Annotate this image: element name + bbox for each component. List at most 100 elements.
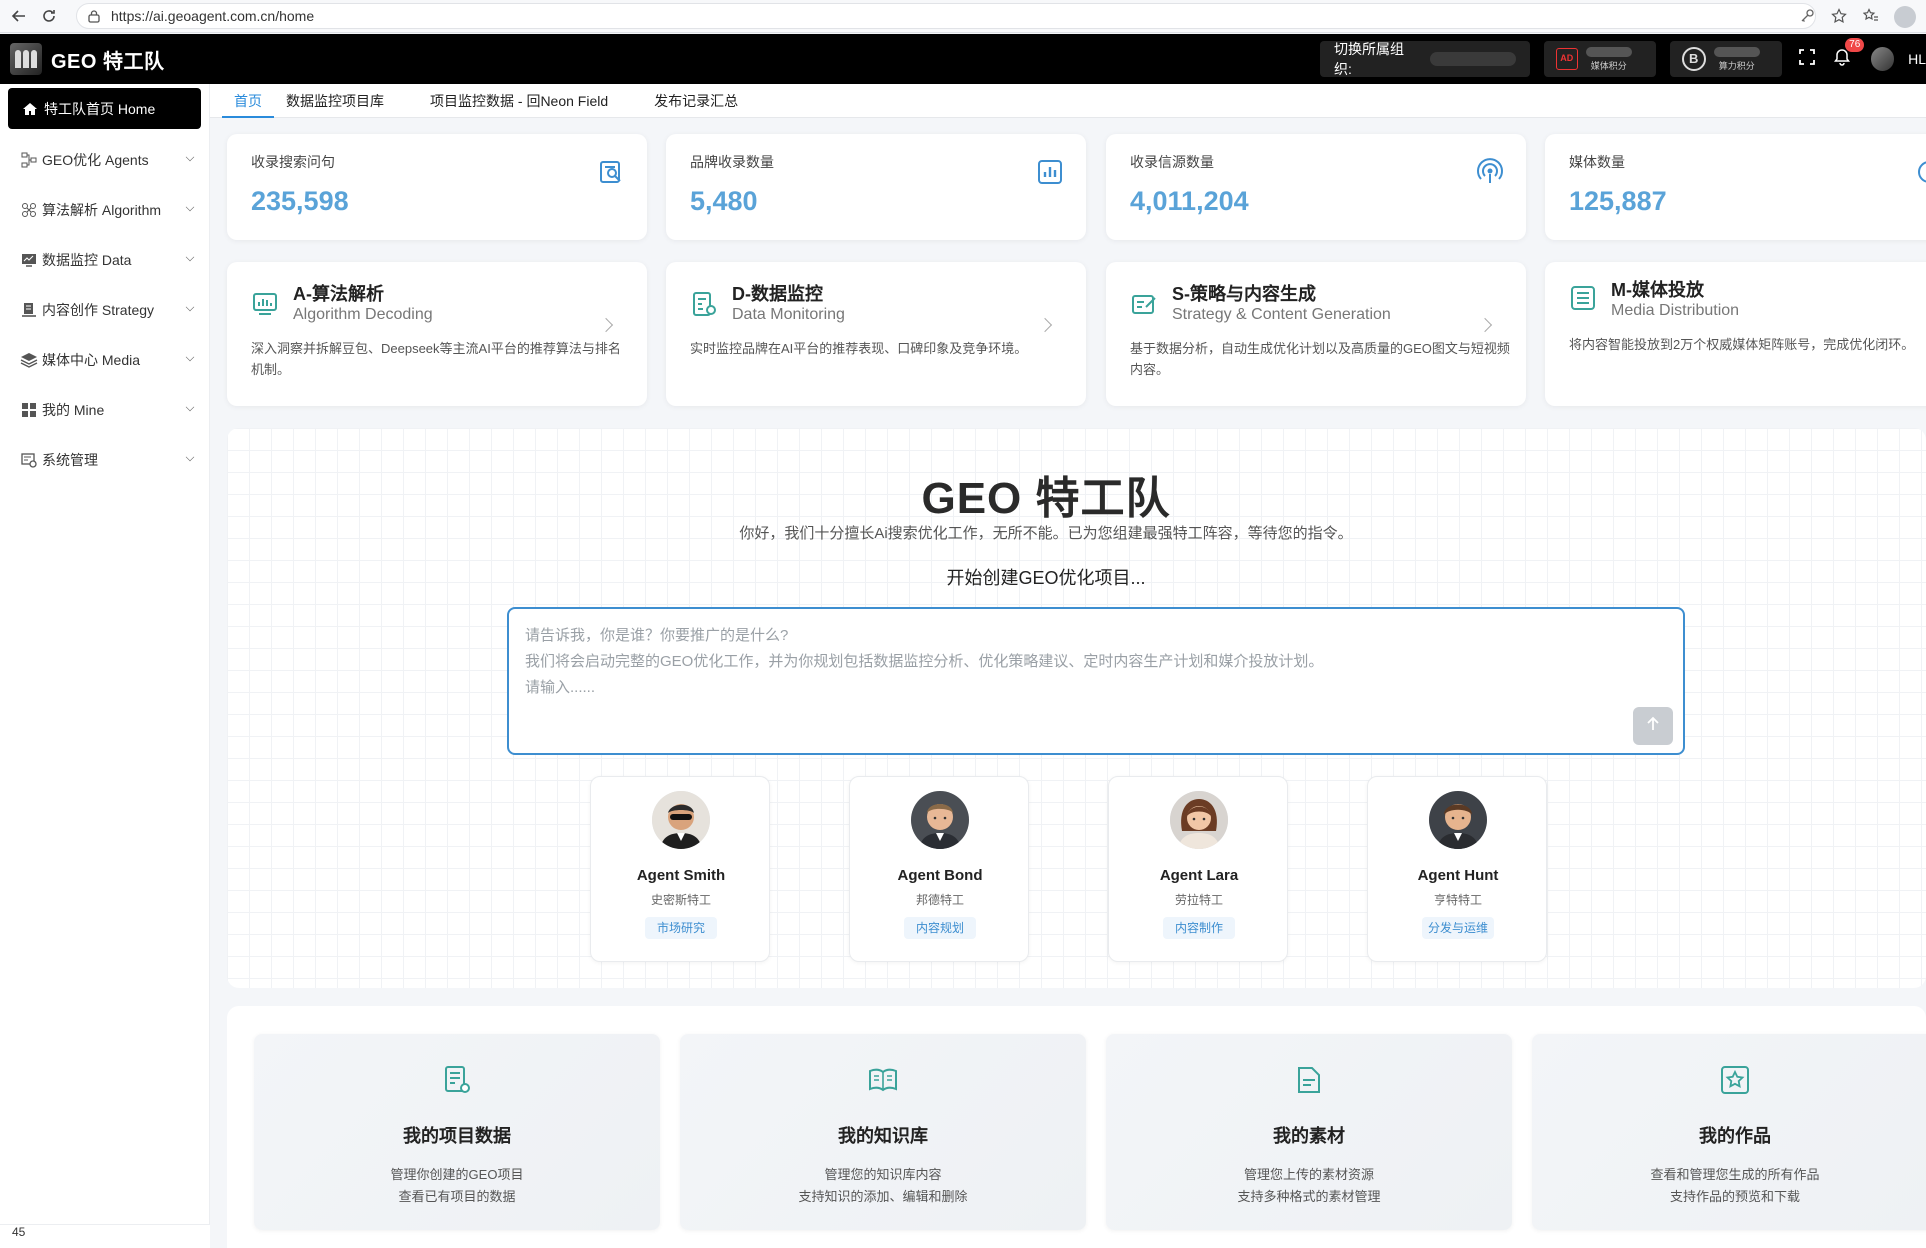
module-desc: 实时监控品牌在AI平台的推荐表现、口碑印象及竞争环境。 — [690, 341, 1028, 356]
quick-card-works[interactable]: 我的作品 查看和管理您生成的所有作品 支持作品的预览和下载 — [1532, 1034, 1926, 1230]
browser-profile-icon[interactable] — [1894, 5, 1916, 28]
agent-card[interactable]: Agent Smith 史密斯特工 市场研究 — [590, 776, 770, 962]
chevron-down-icon — [185, 352, 195, 362]
sidebar-item-agents[interactable]: GEO优化 Agents — [20, 146, 195, 174]
grid-icon — [20, 402, 38, 418]
sidebar-item-label: 我的 Mine — [42, 402, 105, 418]
user-name[interactable]: HL — [1908, 51, 1926, 67]
hero-panel: GEO 特工队 你好，我们十分擅长Ai搜索优化工作，无所不能。已为您组建最强特工… — [227, 428, 1926, 988]
agent-card[interactable]: Agent Bond 邦德特工 内容规划 — [849, 776, 1029, 962]
tab-project-data[interactable]: 项目监控数据 - 回Neon Field — [430, 84, 608, 118]
module-title: S-策略与内容生成 — [1172, 284, 1316, 304]
quick-card-desc: 查看和管理您生成的所有作品 — [1650, 1167, 1820, 1182]
stat-label: 媒体数量 — [1569, 154, 1625, 170]
agent-role-tag: 市场研究 — [645, 917, 717, 939]
media-points[interactable]: AD 媒体积分 — [1543, 41, 1656, 77]
hero-title: GEO 特工队 — [921, 474, 1171, 523]
module-card-media[interactable]: M-媒体投放 Media Distribution 将内容智能投放到2万个权威媒… — [1545, 262, 1926, 406]
key-icon[interactable] — [1798, 8, 1816, 26]
back-icon[interactable] — [8, 5, 30, 27]
content-icon — [20, 302, 38, 318]
sidebar-footer-text: 45 — [12, 1225, 26, 1239]
stat-value: 5,480 — [690, 186, 758, 216]
user-avatar[interactable] — [1870, 47, 1895, 71]
agents-icon — [20, 152, 38, 168]
module-subtitle: Media Distribution — [1611, 302, 1740, 319]
logo-icon — [10, 43, 42, 75]
quick-card-desc: 管理您上传的素材资源 — [1243, 1167, 1374, 1182]
agent-hunt-avatar — [1429, 791, 1487, 849]
bookmark-star-icon[interactable] — [1830, 7, 1848, 26]
agent-name: Agent Smith — [636, 867, 726, 884]
quick-access-panel: 我的项目数据 管理你创建的GEO项目 查看已有项目的数据 我的知识库 管理您的知… — [227, 1006, 1926, 1248]
media-points-label: 媒体积分 — [1590, 60, 1627, 71]
layers-icon — [20, 352, 38, 368]
signal-icon — [1477, 158, 1503, 183]
coin-icon: B — [1681, 47, 1706, 71]
prompt-input[interactable] — [525, 623, 1645, 713]
agent-bond-avatar — [911, 791, 969, 849]
sidebar-item-data[interactable]: 数据监控 Data — [20, 246, 195, 274]
sidebar-item-home[interactable]: 特工队首页 Home — [8, 88, 201, 129]
org-switch-button[interactable]: 切换所属组织: — [1320, 41, 1530, 77]
chevron-down-icon — [185, 302, 195, 312]
agent-cn-name: 邦德特工 — [915, 893, 964, 907]
stat-value: 235,598 — [251, 186, 349, 216]
hero-start-text: 开始创建GEO优化项目... — [946, 568, 1146, 588]
browser-toolbar: https://ai.geoagent.com.cn/home — [0, 0, 1926, 33]
sidebar-item-system[interactable]: 系统管理 — [20, 446, 195, 474]
module-card-strategy[interactable]: S-策略与内容生成 Strategy & Content Generation … — [1106, 262, 1526, 406]
strategy-edit-icon — [1132, 295, 1156, 314]
quick-card-desc: 支持多种格式的素材管理 — [1237, 1189, 1381, 1204]
agent-card[interactable]: Agent Hunt 亨特特工 分发与运维 — [1367, 776, 1547, 962]
sidebar-item-algorithm[interactable]: 算法解析 Algorithm — [20, 196, 195, 224]
quick-card-desc: 支持作品的预览和下载 — [1669, 1189, 1800, 1204]
favorites-icon[interactable] — [1862, 7, 1880, 26]
stat-card: 媒体数量 125,887 — [1545, 134, 1926, 240]
sidebar-item-media[interactable]: 媒体中心 Media — [20, 346, 195, 374]
agent-card[interactable]: Agent Lara 劳拉特工 内容制作 — [1108, 776, 1288, 962]
media-points-value-redacted — [1585, 46, 1632, 57]
stat-card: 收录信源数量 4,011,204 — [1106, 134, 1526, 240]
fullscreen-icon[interactable] — [1796, 48, 1819, 70]
sidebar-home-label: 特工队首页 Home — [44, 100, 156, 117]
sidebar-footer: 45 — [0, 1224, 210, 1248]
quick-card-projects[interactable]: 我的项目数据 管理你创建的GEO项目 查看已有项目的数据 — [254, 1034, 660, 1230]
star-icon — [1721, 1066, 1749, 1094]
tab-monitor-projects[interactable]: 数据监控项目库 — [286, 84, 384, 118]
project-doc-icon — [445, 1066, 470, 1093]
reload-icon[interactable] — [38, 5, 60, 27]
chevron-down-icon — [185, 252, 195, 262]
sidebar: 特工队首页 Home GEO优化 Agents 算法解析 Algorithm 数… — [0, 84, 210, 1248]
stat-value: 4,011,204 — [1130, 186, 1249, 216]
module-desc: 深入洞察并拆解豆包、Deepseek等主流AI平台的推荐算法与排名机制。 — [251, 341, 621, 377]
send-button[interactable] — [1633, 707, 1673, 745]
sidebar-item-label: 内容创作 Strategy — [42, 302, 155, 318]
agent-lara-avatar — [1170, 791, 1228, 849]
sidebar-item-strategy[interactable]: 内容创作 Strategy — [20, 296, 195, 324]
module-card-data[interactable]: D-数据监控 Data Monitoring 实时监控品牌在AI平台的推荐表现、… — [666, 262, 1086, 406]
module-card-algorithm[interactable]: A-算法解析 Algorithm Decoding 深入洞察并拆解豆包、Deep… — [227, 262, 647, 406]
app-title: GEO 特工队 — [51, 50, 165, 73]
quick-card-knowledge[interactable]: 我的知识库 管理您的知识库内容 支持知识的添加、编辑和删除 — [680, 1034, 1086, 1230]
tab-publish-records[interactable]: 发布记录汇总 — [654, 84, 738, 118]
site-info-icon[interactable] — [87, 9, 101, 23]
quick-card-materials[interactable]: 我的素材 管理您上传的素材资源 支持多种格式的素材管理 — [1106, 1034, 1512, 1230]
sidebar-item-label: 系统管理 — [42, 452, 98, 468]
quick-card-desc: 支持知识的添加、编辑和删除 — [798, 1189, 968, 1204]
algorithm-icon — [20, 202, 38, 218]
agent-name: Agent Bond — [897, 867, 983, 884]
chevron-right-icon — [598, 317, 614, 333]
compute-points-label: 算力积分 — [1718, 60, 1755, 71]
bar-chart-icon — [1038, 160, 1062, 184]
tab-home[interactable]: 首页 — [222, 84, 274, 118]
address-bar[interactable]: https://ai.geoagent.com.cn/home — [76, 3, 1816, 29]
quick-card-desc: 管理您的知识库内容 — [824, 1167, 942, 1182]
notification-button[interactable]: 76 — [1833, 37, 1865, 71]
sidebar-item-mine[interactable]: 我的 Mine — [20, 396, 195, 424]
chevron-right-icon — [1477, 317, 1493, 333]
algorithm-chart-icon — [253, 293, 277, 315]
arrow-up-icon — [1647, 716, 1659, 730]
agent-role-tag: 内容制作 — [1163, 917, 1235, 939]
compute-points[interactable]: B 算力积分 — [1669, 41, 1782, 77]
